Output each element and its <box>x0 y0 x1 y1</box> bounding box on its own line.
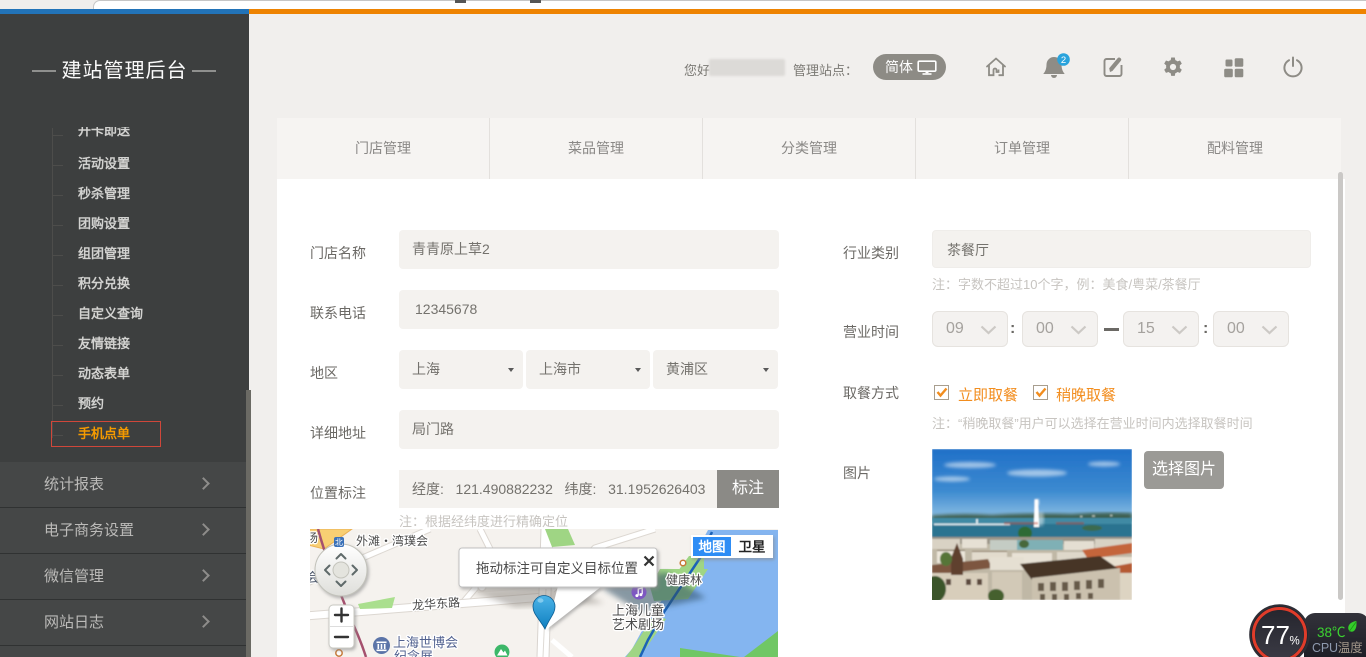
svg-text:77: 77 <box>1261 620 1290 650</box>
svg-text:场: 场 <box>310 531 318 545</box>
svg-text:纪念展: 纪念展 <box>394 649 433 657</box>
svg-text:卫星: 卫星 <box>739 540 766 555</box>
svg-text:地图: 地图 <box>699 539 726 555</box>
svg-text:艺术剧场: 艺术剧场 <box>612 617 664 632</box>
svg-text:上海世博会: 上海世博会 <box>393 635 458 650</box>
svg-text:2: 2 <box>1061 55 1066 66</box>
svg-text:外滩・湾璞会: 外滩・湾璞会 <box>356 533 428 548</box>
svg-text:上海儿童: 上海儿童 <box>612 603 664 618</box>
svg-text:北: 北 <box>335 538 343 547</box>
svg-text:健康林: 健康林 <box>666 572 702 587</box>
svg-text:拖动标注可自定义目标位置: 拖动标注可自定义目标位置 <box>476 561 638 576</box>
svg-text:%: % <box>1289 636 1299 648</box>
